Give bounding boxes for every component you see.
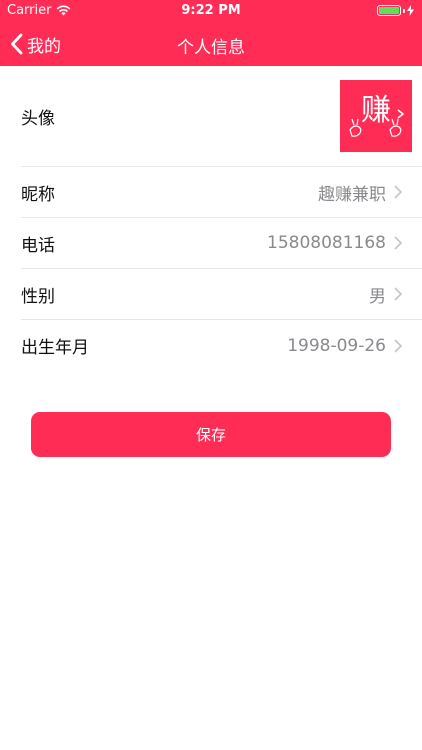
chevron-right-icon (394, 287, 402, 301)
status-time: 9:22 PM (181, 3, 241, 18)
nickname-label: 昵称 (21, 184, 55, 205)
battery-fill (379, 7, 399, 14)
battery-cap (403, 8, 405, 13)
app-root: Carrier 9:22 PM 我的 个人信息 头像 赚 昵称 趣赚兼职 电话 … (0, 0, 422, 750)
phone-label: 电话 (21, 235, 55, 256)
status-bar: Carrier 9:22 PM (0, 0, 422, 22)
chevron-right-icon (394, 338, 402, 353)
nickname-row[interactable]: 昵称 趣赚兼职 (21, 167, 422, 218)
battery-icon (377, 5, 401, 16)
nickname-value: 趣赚兼职 (318, 184, 386, 205)
avatar-row[interactable]: 头像 赚 (21, 66, 422, 167)
battery-indicator (377, 5, 414, 16)
header: Carrier 9:22 PM 我的 个人信息 (0, 0, 422, 66)
phone-row[interactable]: 电话 15808081168 (21, 218, 422, 269)
charging-bolt-icon (407, 5, 414, 16)
avatar-logo-icon: 赚 (340, 80, 412, 152)
birthdate-value: 1998-09-26 (287, 335, 386, 356)
phone-value: 15808081168 (267, 233, 386, 253)
nickname-right: 趣赚兼职 (318, 167, 402, 217)
birthdate-right: 1998-09-26 (287, 320, 402, 371)
nav-bar: 我的 个人信息 (0, 22, 422, 66)
gender-label: 性别 (21, 286, 55, 307)
gender-value: 男 (369, 286, 386, 307)
save-button[interactable]: 保存 (31, 412, 391, 457)
profile-list: 头像 赚 昵称 趣赚兼职 电话 15808081168 性别 男 出生年月 19… (0, 66, 422, 371)
birthdate-label: 出生年月 (21, 338, 89, 358)
chevron-right-icon (394, 185, 402, 199)
page-title: 个人信息 (177, 38, 245, 58)
birthdate-row[interactable]: 出生年月 1998-09-26 (21, 320, 422, 371)
phone-right: 15808081168 (267, 218, 402, 268)
gender-row[interactable]: 性别 男 (21, 269, 422, 320)
avatar[interactable]: 赚 (340, 80, 412, 152)
gender-right: 男 (369, 269, 402, 319)
avatar-label: 头像 (21, 108, 55, 129)
avatar-glyph: 赚 (361, 93, 391, 128)
chevron-right-icon (394, 236, 402, 250)
